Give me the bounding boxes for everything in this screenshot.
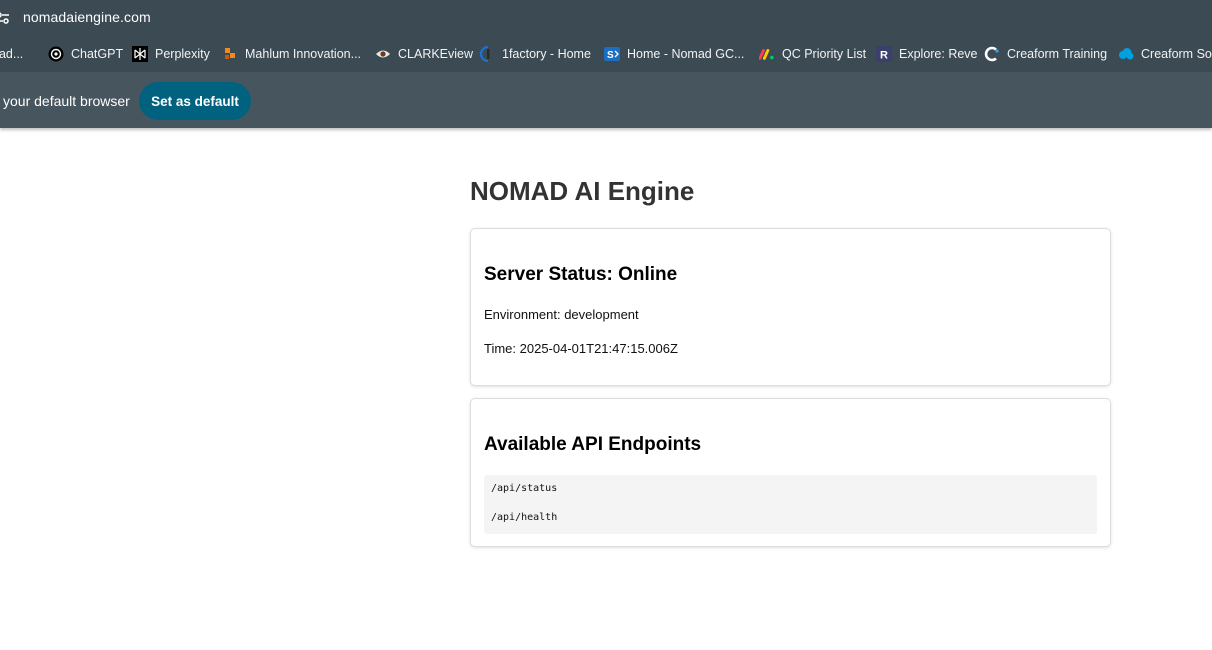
bookmarks-bar: nad... ChatGPT Perplexity Mahlum Innovat… <box>0 36 1212 72</box>
reve-icon: R <box>876 46 892 62</box>
bookmark-label: Explore: Reve <box>899 47 978 61</box>
bookmark-label: Creaform Training <box>1007 47 1108 61</box>
bookmark-1factory[interactable]: 1factory - Home <box>479 45 591 63</box>
bookmark-creaform-soft[interactable]: Creaform Soft <box>1118 45 1212 63</box>
bookmark-creaform-training[interactable]: Creaform Training <box>984 45 1107 63</box>
svg-text:R: R <box>880 50 888 62</box>
bookmark-label: CLARKEview <box>398 47 474 61</box>
svg-text:S: S <box>607 50 614 61</box>
mahlum-icon <box>222 46 238 62</box>
perplexity-icon <box>132 46 148 62</box>
sharepoint-icon: S <box>604 46 620 62</box>
time-text: Time: 2025-04-01T21:47:15.006Z <box>484 341 678 356</box>
address-bar[interactable]: nomadaiengine.com <box>0 0 1212 36</box>
endpoints-code-block: /api/status /api/health <box>484 475 1097 534</box>
monday-icon <box>759 46 775 62</box>
bookmark-qc-priority[interactable]: QC Priority List <box>759 45 866 63</box>
bookmark-label: nad... <box>0 47 24 61</box>
chatgpt-icon <box>48 46 64 62</box>
bookmark-clarkeview[interactable]: CLARKEview <box>375 45 473 63</box>
bookmark-chatgpt[interactable]: ChatGPT <box>48 45 123 63</box>
bookmark-label: QC Priority List <box>782 47 867 61</box>
bookmark-label: Mahlum Innovation... <box>245 47 362 61</box>
server-status-heading: Server Status: Online <box>484 264 678 285</box>
endpoint-status: /api/status <box>491 483 558 494</box>
1factory-icon <box>479 46 495 62</box>
bookmark-nad[interactable]: nad... <box>0 45 23 63</box>
set-as-default-button[interactable]: Set as default <box>139 82 251 120</box>
eye-icon <box>375 46 391 62</box>
creaform-icon <box>984 46 1000 62</box>
salesforce-cloud-icon <box>1118 46 1134 62</box>
bookmark-label: Perplexity <box>155 47 210 61</box>
bookmark-mahlum[interactable]: Mahlum Innovation... <box>222 45 361 63</box>
api-endpoints-heading: Available API Endpoints <box>484 434 702 455</box>
site-settings-icon[interactable] <box>0 9 12 27</box>
bookmark-home-nomad[interactable]: S Home - Nomad GC... <box>604 45 744 63</box>
page-title: NOMAD AI Engine <box>470 176 695 206</box>
bookmark-perplexity[interactable]: Perplexity <box>132 45 210 63</box>
bookmark-label: Creaform Soft <box>1141 47 1212 61</box>
url-text[interactable]: nomadaiengine.com <box>23 9 151 25</box>
bookmark-label: Home - Nomad GC... <box>627 47 745 61</box>
infobar-message: your default browser <box>3 93 130 109</box>
default-browser-infobar: your default browser Set as default <box>0 72 1212 128</box>
environment-text: Environment: development <box>484 307 639 322</box>
bookmark-label: ChatGPT <box>71 47 124 61</box>
bookmark-label: 1factory - Home <box>502 47 591 61</box>
endpoint-health: /api/health <box>491 512 558 523</box>
api-endpoints-card: Available API Endpoints /api/status /api… <box>470 398 1111 547</box>
server-status-card: Server Status: Online Environment: devel… <box>470 228 1111 386</box>
bookmark-explore-reve[interactable]: R Explore: Reve <box>876 45 978 63</box>
